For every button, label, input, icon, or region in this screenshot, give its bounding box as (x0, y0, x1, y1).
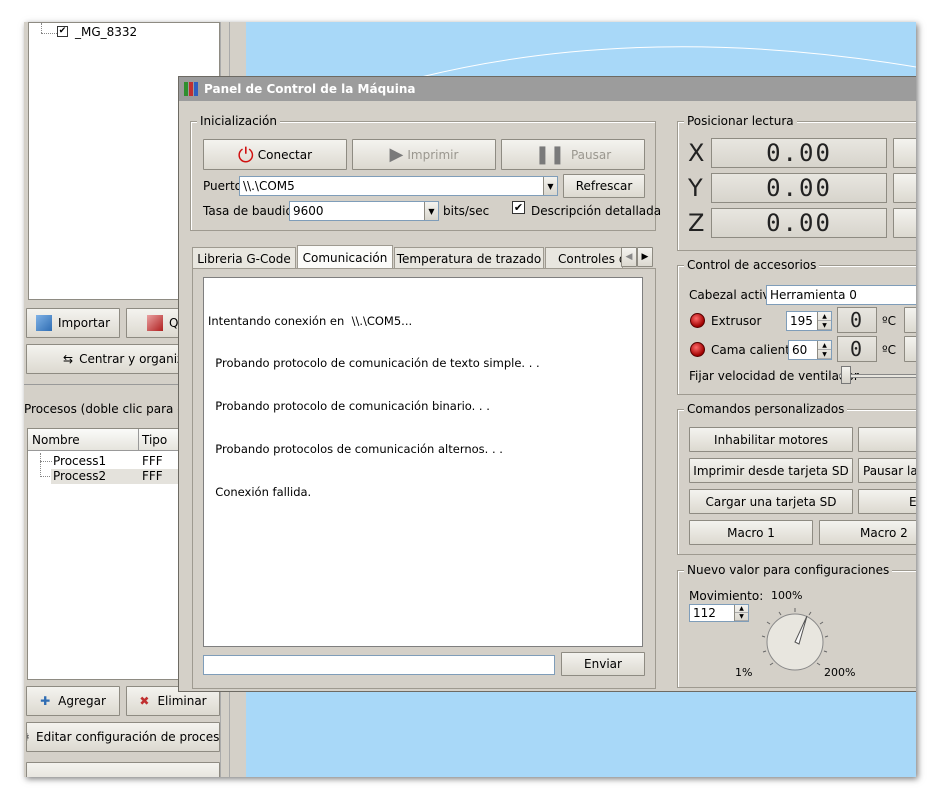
tree-item-label[interactable]: _MG_8332 (75, 25, 137, 39)
connect-button[interactable]: ⏻ Conectar (203, 139, 347, 170)
extruder-button[interactable] (904, 307, 916, 333)
baud-label: Tasa de baudios (203, 204, 300, 218)
print-from-sd-button[interactable]: Imprimir desde tarjeta SD (689, 458, 853, 483)
pause-sd-button[interactable]: Pausar la i (858, 458, 916, 483)
title-bar[interactable]: Panel de Control de la Máquina (179, 77, 916, 101)
disable-motors-button[interactable]: Inhabilitar motores (689, 427, 853, 452)
tab-scroll-left-button[interactable]: ◀ (621, 247, 637, 267)
pause-button[interactable]: ❚❚ Pausar (501, 139, 645, 170)
window-title: Panel de Control de la Máquina (204, 82, 416, 96)
log-line: Probando protocolo de comunicación de te… (208, 356, 540, 371)
play-icon: ▶ (389, 144, 404, 165)
table-row[interactable]: Process2 (53, 469, 106, 483)
bed-current-temp: 0 (837, 336, 877, 362)
command-input[interactable] (203, 655, 555, 675)
cube-icon (35, 315, 52, 331)
import-button[interactable]: Importar (26, 308, 120, 338)
dial-min-label: 1% (735, 666, 753, 679)
pause-icon: ❚❚ (534, 144, 565, 165)
tab-communication[interactable]: Comunicación (297, 245, 393, 269)
column-type-header[interactable]: Tipo (142, 433, 167, 447)
screen: ✔ _MG_8332 Importar Q ⇆ Centrar y organi… (24, 22, 916, 777)
extruder-current-temp: 0 (837, 307, 877, 333)
log-line: Conexión fallida. (208, 485, 312, 500)
baud-unit: bits/sec (443, 204, 490, 218)
fan-speed-label: Fijar velocidad de ventilador (689, 369, 859, 383)
arrange-icon: ⇆ (63, 352, 74, 366)
communication-log[interactable]: Intentando conexión en \\.\COM5... Proba… (203, 277, 643, 647)
macro-2-button[interactable]: Macro 2 (819, 520, 916, 545)
table-row[interactable]: Process1 (53, 454, 106, 468)
commands-group-title: Comandos personalizados (684, 402, 848, 416)
extruder-status-led (690, 313, 705, 328)
verbose-checkbox[interactable]: ✔ (512, 201, 525, 214)
dial-upper-label: 200% (824, 666, 856, 679)
axis-x-button[interactable] (893, 138, 916, 168)
dial-max-label: 100% (771, 589, 803, 602)
log-line: Probando protocolo de comunicación binar… (208, 399, 490, 414)
app-icon (184, 82, 198, 96)
verbose-label: Descripción detallada (531, 204, 662, 218)
extruder-temp-spinner[interactable]: ▲ ▼ (817, 312, 831, 330)
machine-control-window: Panel de Control de la Máquina Inicializ… (178, 76, 916, 692)
power-icon: ⏻ (237, 142, 254, 167)
macro-1-button[interactable]: Macro 1 (689, 520, 813, 545)
accessories-group-title: Control de accesorios (684, 258, 820, 272)
port-label: Puerto (203, 179, 242, 193)
gear-icon: ⚙ (27, 730, 30, 744)
axis-z-button[interactable] (893, 208, 916, 238)
init-group-title: Inicialización (197, 114, 280, 128)
active-head-label: Cabezal activo (689, 288, 777, 302)
tab-temperature-plot[interactable]: Temperatura de trazado (394, 247, 544, 269)
log-line: Probando protocolos de comunicación alte… (208, 442, 503, 457)
sd-command-button[interactable]: Es (858, 489, 916, 514)
movement-spinner[interactable]: ▲ ▼ (734, 605, 748, 621)
bed-button[interactable] (904, 336, 916, 362)
custom-command-button[interactable] (858, 427, 916, 452)
checkbox[interactable]: ✔ (57, 26, 68, 37)
active-head-select[interactable]: Herramienta 0 (766, 285, 916, 305)
axis-y-label: Y (688, 174, 703, 202)
axis-z-readout: 0.00 (711, 208, 887, 238)
extruder-unit: ºC (882, 314, 897, 328)
bed-temp-spinner[interactable]: ▲ ▼ (817, 341, 831, 359)
bed-status-led (690, 342, 705, 357)
axis-y-readout: 0.00 (711, 173, 887, 203)
column-name-header[interactable]: Nombre (32, 433, 80, 447)
add-process-button[interactable]: ✚ Agregar (26, 686, 120, 716)
bed-label: Cama caliente (711, 343, 798, 357)
bed-unit: ºC (882, 343, 897, 357)
axis-y-button[interactable] (893, 173, 916, 203)
tab-controls[interactable]: Controles de (545, 247, 623, 269)
load-sd-button[interactable]: Cargar una tarjeta SD (689, 489, 853, 514)
edit-process-button[interactable]: ⚙ Editar configuración de proceso (26, 722, 220, 752)
partial-button[interactable] (26, 762, 220, 777)
refresh-button[interactable]: Refrescar (563, 174, 645, 198)
port-select[interactable]: \\.\COM5 (239, 176, 558, 196)
table-cell: FFF (142, 469, 163, 483)
delete-icon: ✖ (139, 694, 150, 708)
cube-remove-icon (147, 315, 163, 331)
axis-x-readout: 0.00 (711, 138, 887, 168)
movement-label: Movimiento: (689, 589, 764, 603)
tab-gcode-library[interactable]: Libreria G-Code (192, 247, 296, 269)
port-dropdown-arrow[interactable]: ▼ (543, 177, 557, 195)
baud-dropdown-arrow[interactable]: ▼ (424, 202, 438, 220)
axis-z-label: Z (688, 209, 705, 237)
extruder-label: Extrusor (711, 314, 762, 328)
table-cell: FFF (142, 454, 163, 468)
add-icon: ✚ (40, 694, 51, 708)
fan-slider-handle[interactable] (841, 366, 851, 384)
send-button[interactable]: Enviar (561, 652, 645, 676)
tab-scroll-right-button[interactable]: ▶ (637, 247, 653, 267)
print-button[interactable]: ▶ Imprimir (352, 139, 496, 170)
settings-group-title: Nuevo valor para configuraciones (684, 563, 893, 577)
log-line: Intentando conexión en \\.\COM5... (208, 313, 413, 328)
axis-x-label: X (688, 139, 705, 167)
movement-dial[interactable] (755, 602, 835, 682)
position-group-title: Posicionar lectura (684, 114, 797, 128)
baud-select[interactable]: 9600 (289, 201, 439, 221)
